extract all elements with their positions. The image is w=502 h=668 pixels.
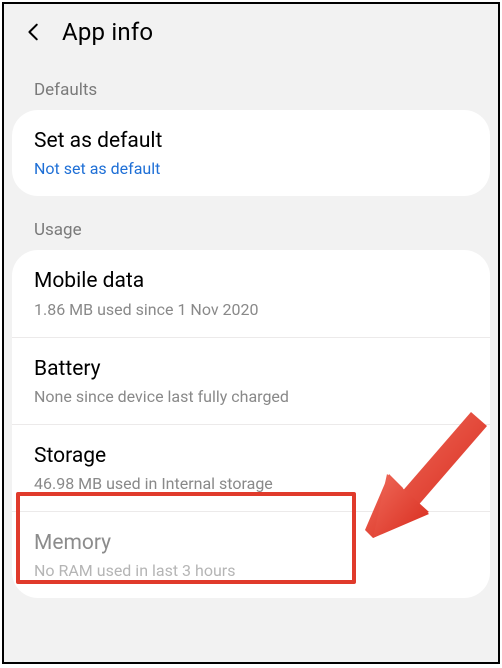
storage-title: Storage [34, 443, 468, 470]
mobile-data-title: Mobile data [34, 268, 468, 295]
battery-item[interactable]: Battery None since device last fully cha… [12, 337, 490, 424]
back-icon[interactable] [20, 18, 48, 46]
set-as-default-item[interactable]: Set as default Not set as default [12, 110, 490, 196]
storage-item[interactable]: Storage 46.98 MB used in Internal storag… [12, 424, 490, 511]
battery-subtitle: None since device last fully charged [34, 387, 468, 406]
battery-title: Battery [34, 356, 468, 383]
mobile-data-item[interactable]: Mobile data 1.86 MB used since 1 Nov 202… [12, 250, 490, 336]
memory-subtitle: No RAM used in last 3 hours [34, 561, 468, 580]
usage-card: Mobile data 1.86 MB used since 1 Nov 202… [12, 250, 490, 598]
header-bar: App info [4, 4, 498, 56]
memory-title: Memory [34, 530, 468, 557]
memory-item[interactable]: Memory No RAM used in last 3 hours [12, 511, 490, 598]
section-header-defaults: Defaults [4, 56, 498, 110]
section-header-usage: Usage [4, 196, 498, 250]
storage-subtitle: 46.98 MB used in Internal storage [34, 474, 468, 493]
mobile-data-subtitle: 1.86 MB used since 1 Nov 2020 [34, 300, 468, 319]
page-title: App info [62, 18, 153, 46]
defaults-card: Set as default Not set as default [12, 110, 490, 196]
app-info-screen: App info Defaults Set as default Not set… [2, 2, 500, 664]
set-as-default-title: Set as default [34, 128, 468, 155]
set-as-default-subtitle: Not set as default [34, 159, 468, 178]
